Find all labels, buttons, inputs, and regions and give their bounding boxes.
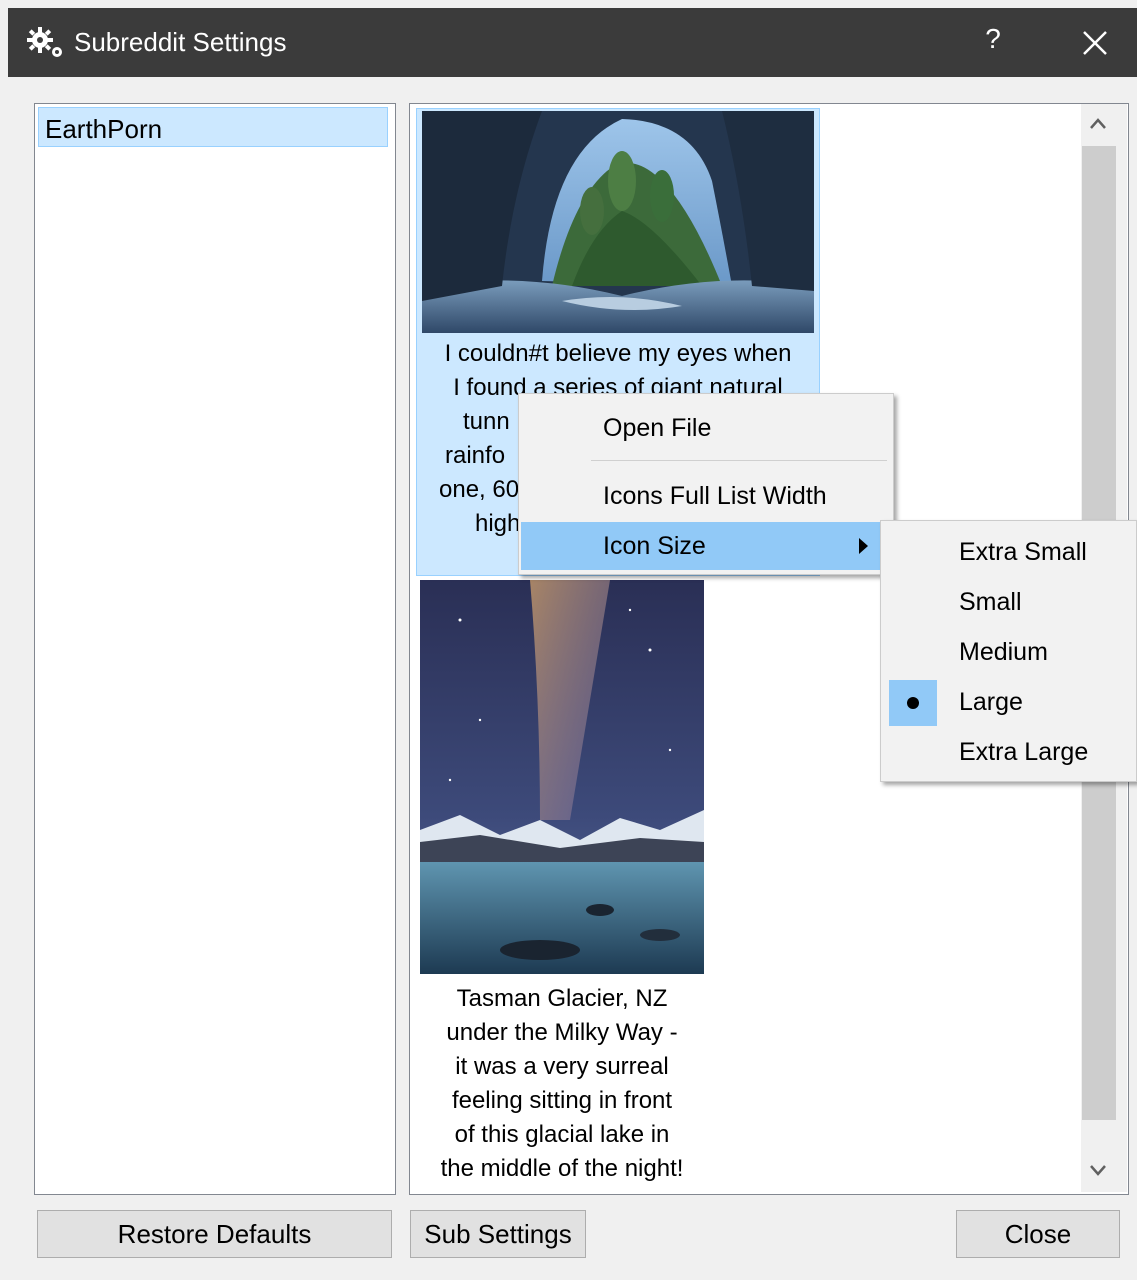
radio-selected-indicator [889,680,937,726]
caption-line: the middle of the night! [440,1155,684,1182]
gears-icon [27,27,62,57]
menu-item-icons-full-list-width[interactable]: Icons Full List Width [521,472,891,520]
scroll-down-arrow-icon[interactable] [1081,1152,1127,1192]
caption-line: of this glacial lake in [454,1121,670,1148]
menu-item-label: Extra Small [959,538,1087,566]
post-caption: Tasman Glacier, NZ under the Milky Way -… [418,982,706,1186]
close-button[interactable]: Close [956,1210,1120,1258]
caption-line: under the Milky Way - [446,1019,678,1046]
sub-settings-button[interactable]: Sub Settings [410,1210,586,1258]
caption-line: feeling sitting in front [451,1087,673,1114]
menu-item-label: Icon Size [603,532,706,560]
menu-separator [591,460,887,461]
menu-item-extra-large[interactable]: Extra Large [883,728,1133,776]
subreddit-list[interactable]: EarthPorn [34,103,396,1195]
menu-item-large[interactable]: Large [883,678,1133,726]
list-item-label: EarthPorn [45,114,163,144]
menu-item-label: Large [959,688,1023,716]
menu-item-label: Extra Large [959,738,1089,766]
caption-line: I couldn#t believe my eyes when [444,340,792,367]
post-thumbnail-cave[interactable] [422,111,814,333]
menu-item-icon-size[interactable]: Icon Size [521,522,891,570]
menu-item-extra-small[interactable]: Extra Small [883,528,1133,576]
close-icon[interactable] [1080,28,1110,58]
menu-item-small[interactable]: Small [883,578,1133,626]
caption-line: Tasman Glacier, NZ [456,985,668,1012]
menu-item-label: Small [959,588,1022,616]
submenu-arrow-icon [859,538,868,554]
menu-item-medium[interactable]: Medium [883,628,1133,676]
menu-item-label: Open File [603,414,712,442]
menu-item-label: Icons Full List Width [603,482,827,510]
radio-dot-icon [907,697,919,709]
menu-item-label: Medium [959,638,1048,666]
scroll-up-arrow-icon[interactable] [1081,104,1127,144]
post-item[interactable]: Tasman Glacier, NZ under the Milky Way -… [418,578,706,1188]
caption-line: it was a very surreal [455,1053,669,1080]
icon-size-submenu: Extra Small Small Medium Large Extra Lar… [880,520,1137,782]
title-bar: Subreddit Settings ? [8,8,1137,77]
restore-defaults-button[interactable]: Restore Defaults [37,1210,392,1258]
list-item-earthporn[interactable]: EarthPorn [38,107,388,147]
menu-item-open-file[interactable]: Open File [521,404,891,452]
post-thumbnail-glacier[interactable] [420,580,704,974]
context-menu: Open File Icons Full List Width Icon Siz… [518,393,894,575]
window-title: Subreddit Settings [74,27,287,57]
help-button[interactable]: ? [978,23,1008,59]
